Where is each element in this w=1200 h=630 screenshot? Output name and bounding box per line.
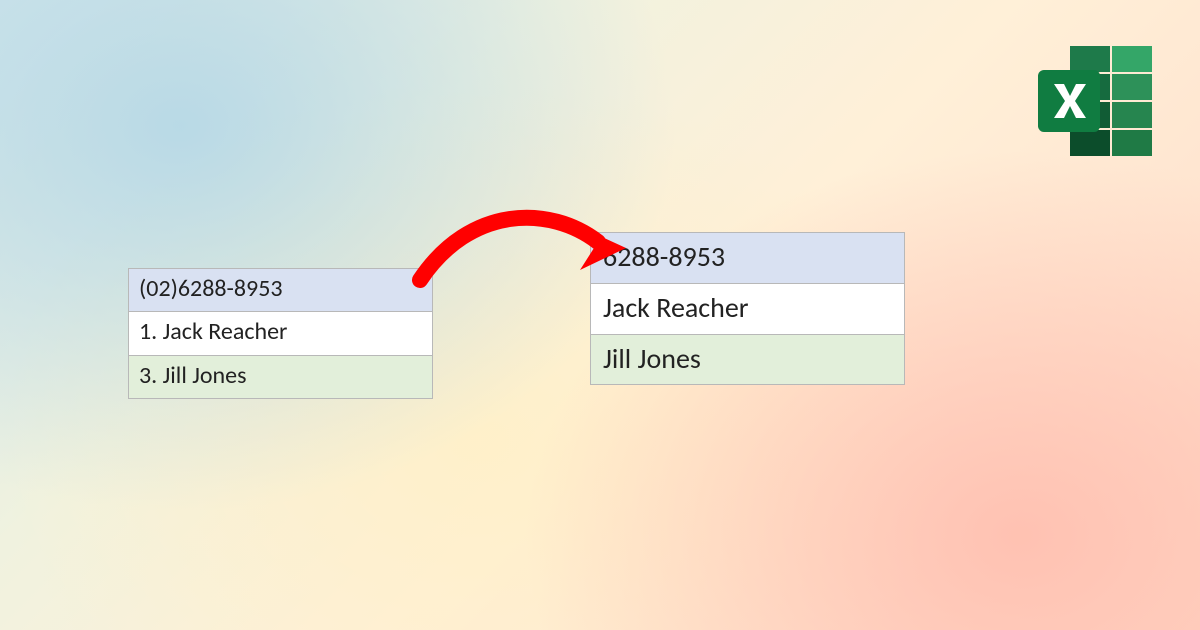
cell-right-0[interactable]: 6288-8953 <box>591 233 905 284</box>
cell-right-1[interactable]: Jack Reacher <box>591 283 905 334</box>
cell-left-0[interactable]: (02)6288-8953 <box>129 269 433 312</box>
excel-icon <box>1034 46 1154 158</box>
result-table: 6288-8953 Jack Reacher Jill Jones <box>590 232 905 385</box>
source-table: (02)6288-8953 1. Jack Reacher 3. Jill Jo… <box>128 268 433 399</box>
cell-left-1[interactable]: 1. Jack Reacher <box>129 312 433 355</box>
cell-right-2[interactable]: Jill Jones <box>591 334 905 385</box>
cell-left-2[interactable]: 3. Jill Jones <box>129 355 433 398</box>
